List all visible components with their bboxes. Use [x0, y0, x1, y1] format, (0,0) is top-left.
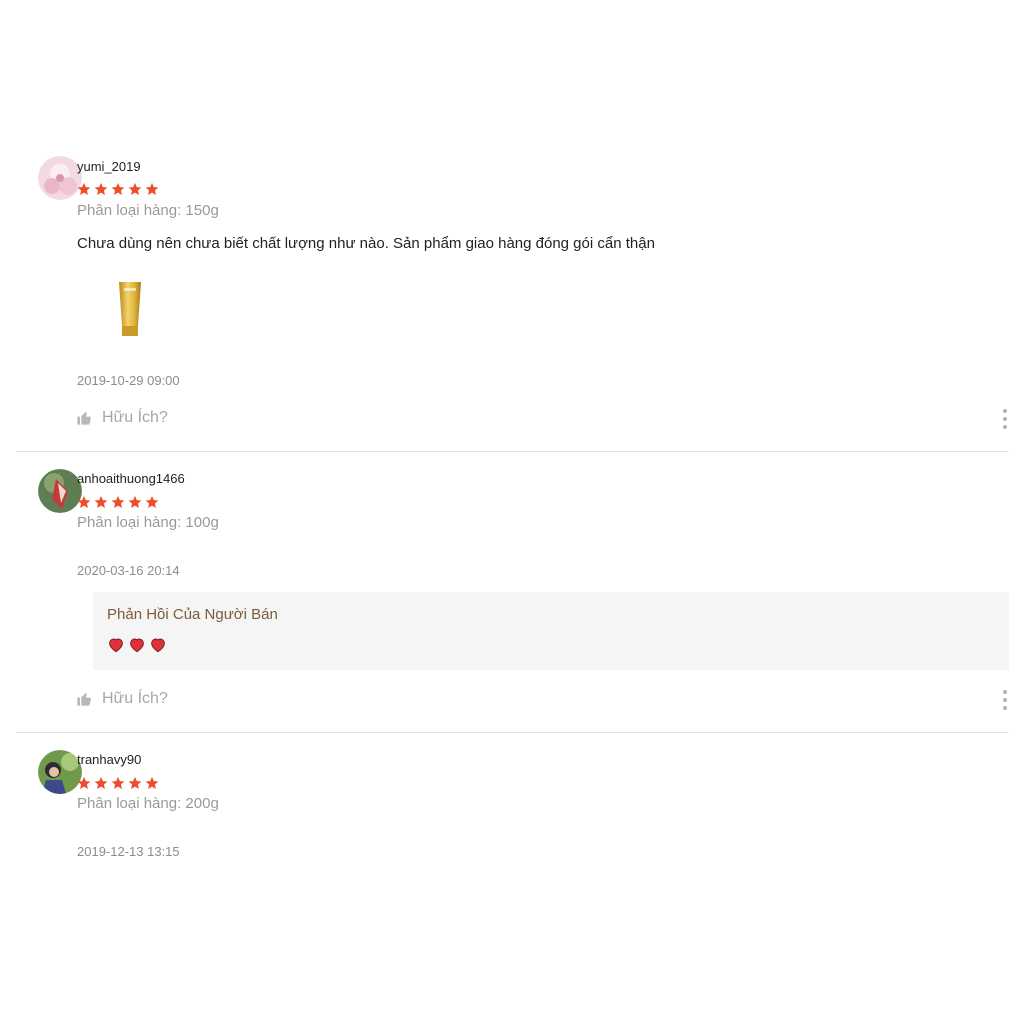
star-icon [94, 776, 108, 790]
star-icon [128, 182, 142, 196]
review-photo[interactable] [93, 274, 165, 346]
avatar-image [38, 469, 82, 513]
avatar[interactable] [38, 750, 82, 794]
product-tube-image [119, 282, 141, 336]
star-icon [94, 495, 108, 509]
seller-reply: Phản Hồi Của Người Bán [93, 592, 1009, 670]
star-icon [94, 182, 108, 196]
star-icon [145, 776, 159, 790]
variation-label: Phân loại hàng: 100g [77, 514, 219, 531]
review-username[interactable]: tranhavy90 [77, 752, 141, 767]
rating-stars [77, 776, 159, 790]
variation-label: Phân loại hàng: 150g [77, 202, 219, 219]
avatar[interactable] [38, 469, 82, 513]
helpful-label: Hữu Ích? [102, 409, 168, 426]
seller-reply-title: Phản Hồi Của Người Bán [107, 606, 278, 623]
avatar[interactable] [38, 156, 82, 200]
review-username[interactable]: anhoaithuong1466 [77, 471, 185, 486]
more-vertical-icon[interactable] [1001, 409, 1009, 429]
avatar-image [38, 750, 82, 794]
more-vertical-icon[interactable] [1001, 690, 1009, 710]
review-divider [16, 451, 1009, 452]
heart-icon [130, 638, 144, 653]
helpful-button[interactable]: Hữu Ích? [76, 690, 168, 708]
star-icon [77, 182, 91, 196]
rating-stars [77, 182, 159, 196]
rating-stars [77, 495, 159, 509]
star-icon [128, 776, 142, 790]
star-icon [77, 776, 91, 790]
review-comment: Chưa dùng nên chưa biết chất lượng như n… [77, 235, 655, 252]
star-icon [111, 495, 125, 509]
helpful-label: Hữu Ích? [102, 690, 168, 707]
star-icon [77, 495, 91, 509]
review-date: 2020-03-16 20:14 [77, 563, 180, 578]
review-date: 2019-10-29 09:00 [77, 373, 180, 388]
seller-reply-hearts [107, 636, 167, 654]
variation-label: Phân loại hàng: 200g [77, 795, 219, 812]
thumbs-up-icon [77, 412, 91, 425]
star-icon [145, 182, 159, 196]
thumbs-up-icon [77, 693, 91, 706]
heart-icon [151, 638, 165, 653]
star-icon [111, 776, 125, 790]
heart-icon [109, 638, 123, 653]
star-icon [145, 495, 159, 509]
helpful-button[interactable]: Hữu Ích? [76, 409, 168, 427]
star-icon [128, 495, 142, 509]
star-icon [111, 182, 125, 196]
avatar-image [38, 156, 82, 200]
review-divider [16, 732, 1009, 733]
review-username[interactable]: yumi_2019 [77, 159, 141, 174]
review-date: 2019-12-13 13:15 [77, 844, 180, 859]
